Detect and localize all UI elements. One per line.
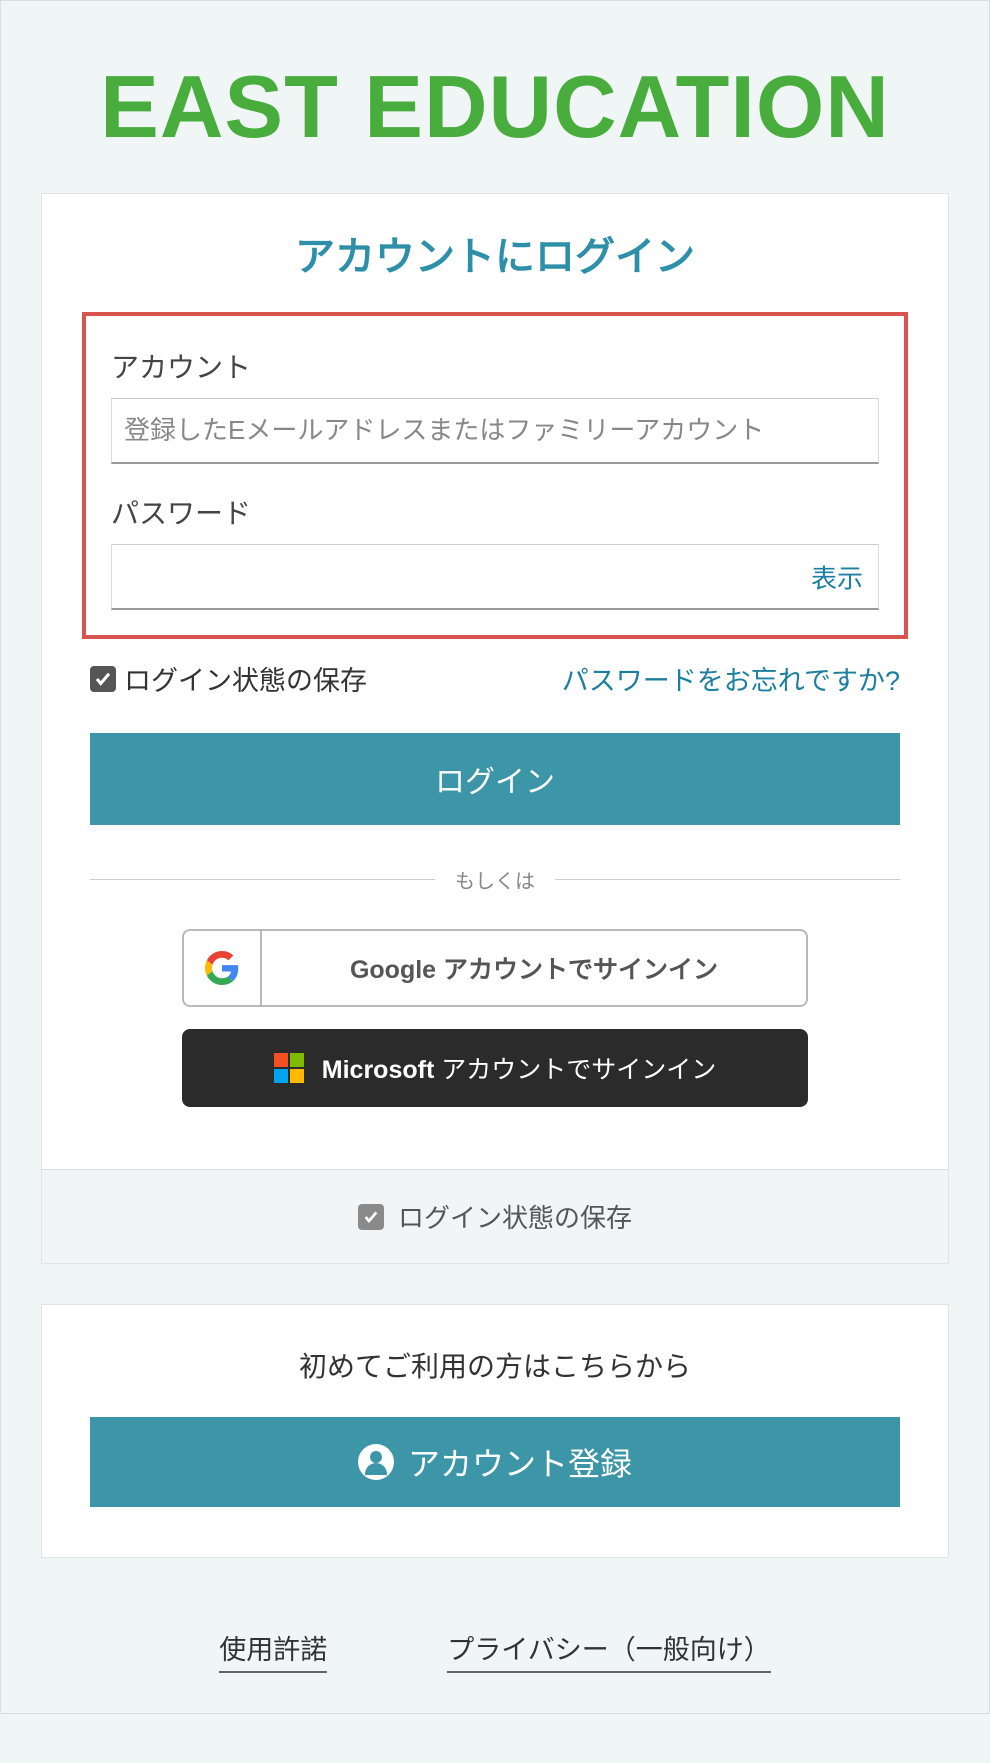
remember-checkbox-wrap[interactable]: ログイン状態の保存 xyxy=(90,659,367,698)
register-button-label: アカウント登録 xyxy=(408,1439,632,1485)
account-label: アカウント xyxy=(111,346,879,386)
checkbox-icon xyxy=(90,666,116,692)
microsoft-signin-button[interactable]: Microsoft アカウントでサインイン xyxy=(182,1029,808,1107)
google-signin-button[interactable]: Google アカウントでサインイン xyxy=(182,929,808,1007)
register-button[interactable]: アカウント登録 xyxy=(90,1417,900,1507)
google-signin-label: Google アカウントでサインイン xyxy=(262,950,806,986)
microsoft-icon xyxy=(274,1053,304,1083)
checkbox-icon xyxy=(358,1204,384,1230)
login-options-row: ログイン状態の保存 パスワードをお忘れですか? xyxy=(42,659,948,698)
credentials-highlight: アカウント パスワード 表示 xyxy=(82,312,908,639)
remember-label: ログイン状態の保存 xyxy=(124,659,367,698)
bottom-remember-label: ログイン状態の保存 xyxy=(398,1198,632,1235)
sso-group: Google アカウントでサインイン Microsoft アカウントでサインイン xyxy=(42,929,948,1169)
microsoft-signin-label: Microsoft アカウントでサインイン xyxy=(322,1050,716,1086)
password-input[interactable] xyxy=(111,544,879,610)
footer-links: 使用許諾 プライバシー（一般向け） xyxy=(41,1598,949,1673)
brand-title: EAST EDUCATION xyxy=(41,56,949,158)
brand-header: EAST EDUCATION xyxy=(41,1,949,193)
login-card: アカウントにログイン アカウント パスワード 表示 ログイン状態の保存 xyxy=(41,193,949,1264)
password-field-group: パスワード 表示 xyxy=(111,492,879,610)
privacy-link[interactable]: プライバシー（一般向け） xyxy=(447,1628,770,1673)
register-prompt: 初めてご利用の方はこちらから xyxy=(90,1345,900,1385)
google-icon xyxy=(184,931,262,1005)
terms-link[interactable]: 使用許諾 xyxy=(219,1628,327,1673)
account-input[interactable] xyxy=(111,398,879,464)
sso-divider: もしくは xyxy=(90,865,900,894)
divider-label: もしくは xyxy=(435,865,555,894)
show-password-toggle[interactable]: 表示 xyxy=(811,559,863,596)
login-heading: アカウントにログイン xyxy=(42,224,948,282)
forgot-password-link[interactable]: パスワードをお忘れですか? xyxy=(562,659,900,698)
account-field-group: アカウント xyxy=(111,346,879,464)
register-card: 初めてご利用の方はこちらから アカウント登録 xyxy=(41,1304,949,1558)
person-icon xyxy=(358,1444,394,1480)
login-button[interactable]: ログイン xyxy=(90,733,900,825)
bottom-remember-bar[interactable]: ログイン状態の保存 xyxy=(42,1169,948,1263)
password-label: パスワード xyxy=(111,492,879,532)
